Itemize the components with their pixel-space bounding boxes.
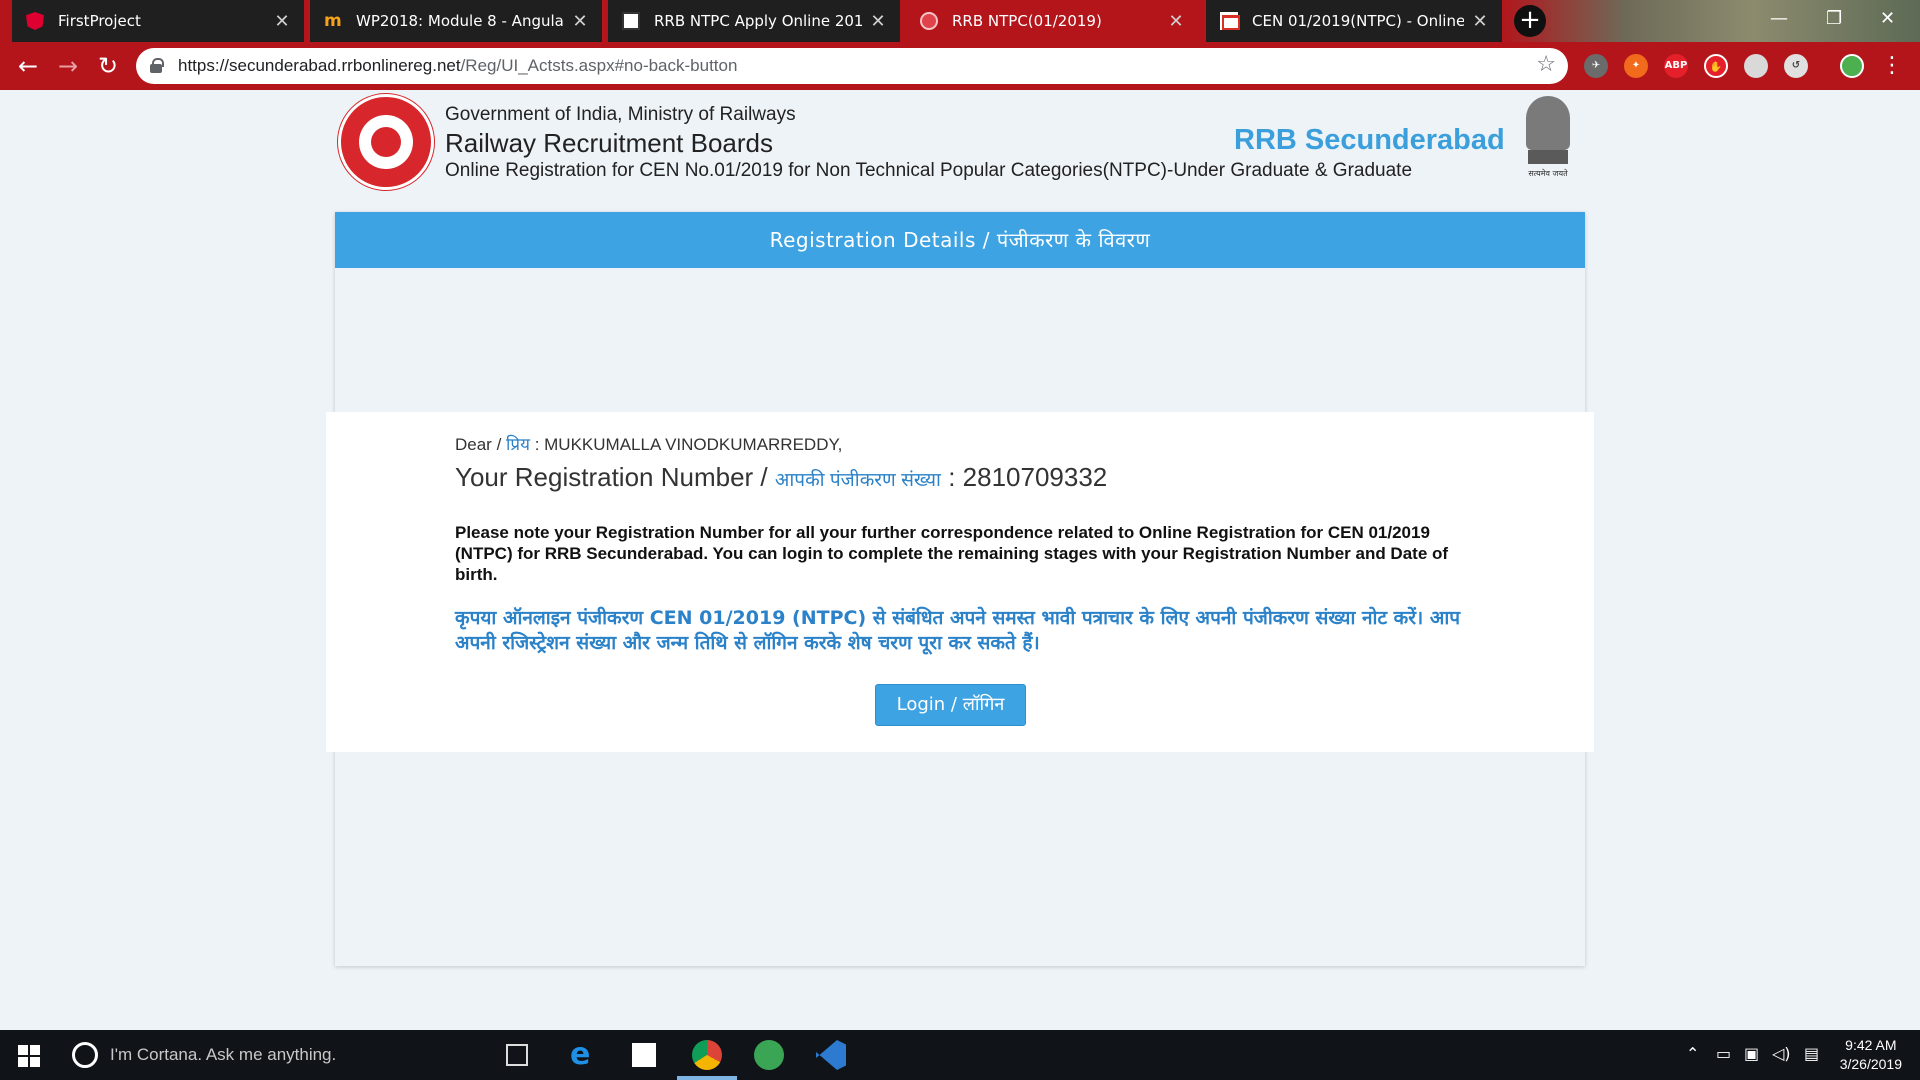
new-tab-button[interactable]: + xyxy=(1514,5,1546,37)
gmail-icon xyxy=(1220,12,1240,30)
extension-icon[interactable]: ✈ xyxy=(1584,54,1608,78)
tab-wp2018[interactable]: m WP2018: Module 8 - Angular JS- ✕ xyxy=(310,0,602,42)
globe-icon[interactable] xyxy=(754,1040,784,1070)
system-clock[interactable]: 9:42 AM 3/26/2019 xyxy=(1840,1036,1902,1074)
tab-label: RRB NTPC(01/2019) xyxy=(952,12,1102,30)
forward-icon[interactable]: → xyxy=(54,52,82,80)
national-emblem: सत्यमेव जयते xyxy=(1520,96,1576,192)
edge-icon[interactable]: e xyxy=(570,1040,600,1070)
tab-firstproject[interactable]: FirstProject ✕ xyxy=(12,0,304,42)
document-icon xyxy=(622,12,640,30)
note-hindi: कृपया ऑनलाइन पंजीकरण CEN 01/2019 (NTPC) … xyxy=(455,607,1461,654)
menu-icon[interactable]: ⋮ xyxy=(1878,52,1906,80)
tab-strip: FirstProject ✕ m WP2018: Module 8 - Angu… xyxy=(0,0,1920,42)
adblock-icon[interactable]: ABP xyxy=(1664,54,1688,78)
card-title: Registration Details / पंजीकरण के विवरण xyxy=(335,212,1585,268)
registration-number-value: : 2810709332 xyxy=(948,462,1108,492)
login-button[interactable]: Login / लॉगिन xyxy=(875,684,1026,726)
close-window-icon[interactable]: ✕ xyxy=(1880,8,1895,29)
card-spacer xyxy=(335,268,1585,418)
restore-icon[interactable]: ❐ xyxy=(1826,8,1842,29)
tab-label: CEN 01/2019(NTPC) - Online Reg xyxy=(1252,12,1464,30)
profile-avatar[interactable] xyxy=(1840,54,1864,78)
extension-icon[interactable]: ✦ xyxy=(1624,54,1648,78)
battery-icon[interactable]: ▭ xyxy=(1716,1044,1731,1063)
close-icon[interactable]: ✕ xyxy=(274,11,290,32)
registration-number: Your Registration Number / आपकी पंजीकरण … xyxy=(455,462,1108,492)
registration-message: Dear / प्रिय : MUKKUMALLA VINODKUMARREDD… xyxy=(326,412,1594,752)
udemy-icon: m xyxy=(324,11,342,31)
emblem-motto: सत्यमेव जयते xyxy=(1528,169,1568,178)
chrome-icon[interactable] xyxy=(692,1040,722,1070)
ministry-text: Government of India, Ministry of Railway… xyxy=(445,104,796,125)
close-icon[interactable]: ✕ xyxy=(870,11,886,32)
windows-taskbar: I'm Cortana. Ask me anything. e ⌃ ▭ ▣ ◁)… xyxy=(0,1030,1920,1080)
volume-icon[interactable]: ◁) xyxy=(1772,1044,1791,1063)
task-view-icon[interactable] xyxy=(506,1044,528,1066)
rrb-favicon xyxy=(920,12,938,30)
store-icon[interactable] xyxy=(632,1043,656,1067)
rrb-logo xyxy=(338,94,434,190)
network-icon[interactable]: ▣ xyxy=(1744,1044,1759,1063)
site-title: Railway Recruitment Boards xyxy=(445,128,774,158)
minimize-icon[interactable]: — xyxy=(1770,8,1788,29)
board-name: RRB Secunderabad xyxy=(1234,124,1505,156)
tab-label: RRB NTPC Apply Online 2019: Ra xyxy=(654,12,862,30)
greeting: Dear / प्रिय : MUKKUMALLA VINODKUMARREDD… xyxy=(455,435,843,454)
tab-rrb-ntpc-apply[interactable]: RRB NTPC Apply Online 2019: Ra ✕ xyxy=(608,0,900,42)
notification-icon[interactable]: ▤ xyxy=(1804,1044,1819,1063)
angular-icon xyxy=(26,12,44,30)
tab-cen-gmail[interactable]: CEN 01/2019(NTPC) - Online Reg ✕ xyxy=(1206,0,1502,42)
reload-icon[interactable]: ↻ xyxy=(94,52,122,80)
close-icon[interactable]: ✕ xyxy=(1472,11,1488,32)
back-icon[interactable]: ← xyxy=(14,52,42,80)
url-text[interactable]: https://secunderabad.rrbonlinereg.net/Re… xyxy=(178,56,737,76)
cortana-search[interactable]: I'm Cortana. Ask me anything. xyxy=(110,1045,336,1065)
close-icon[interactable]: ✕ xyxy=(1168,11,1184,32)
address-bar[interactable]: https://secunderabad.rrbonlinereg.net/Re… xyxy=(136,48,1568,84)
site-header: Government of India, Ministry of Railway… xyxy=(338,90,1588,202)
browser-toolbar: ← → ↻ https://secunderabad.rrbonlinereg.… xyxy=(0,42,1920,90)
lock-icon xyxy=(150,58,164,73)
extension-icon[interactable]: ↺ xyxy=(1784,54,1808,78)
bookmark-star-icon[interactable]: ☆ xyxy=(1536,52,1556,77)
windows-start-icon[interactable] xyxy=(18,1045,40,1067)
site-subtitle: Online Registration for CEN No.01/2019 f… xyxy=(445,160,1413,181)
tab-rrb-ntpc-active[interactable]: RRB NTPC(01/2019) ✕ xyxy=(906,0,1198,42)
theme-background xyxy=(1500,0,1920,42)
chevron-up-icon[interactable]: ⌃ xyxy=(1686,1044,1699,1063)
cortana-icon[interactable] xyxy=(72,1042,98,1068)
extension-icon[interactable] xyxy=(1744,54,1768,78)
note-english: Please note your Registration Number for… xyxy=(455,523,1449,584)
tab-label: WP2018: Module 8 - Angular JS- xyxy=(356,12,564,30)
extension-icon[interactable]: ✋ xyxy=(1704,54,1728,78)
close-icon[interactable]: ✕ xyxy=(572,11,588,32)
tab-label: FirstProject xyxy=(58,12,141,30)
candidate-name: : MUKKUMALLA VINODKUMARREDDY, xyxy=(534,435,843,454)
card-spacer xyxy=(335,752,1585,966)
vscode-icon[interactable] xyxy=(816,1040,846,1070)
